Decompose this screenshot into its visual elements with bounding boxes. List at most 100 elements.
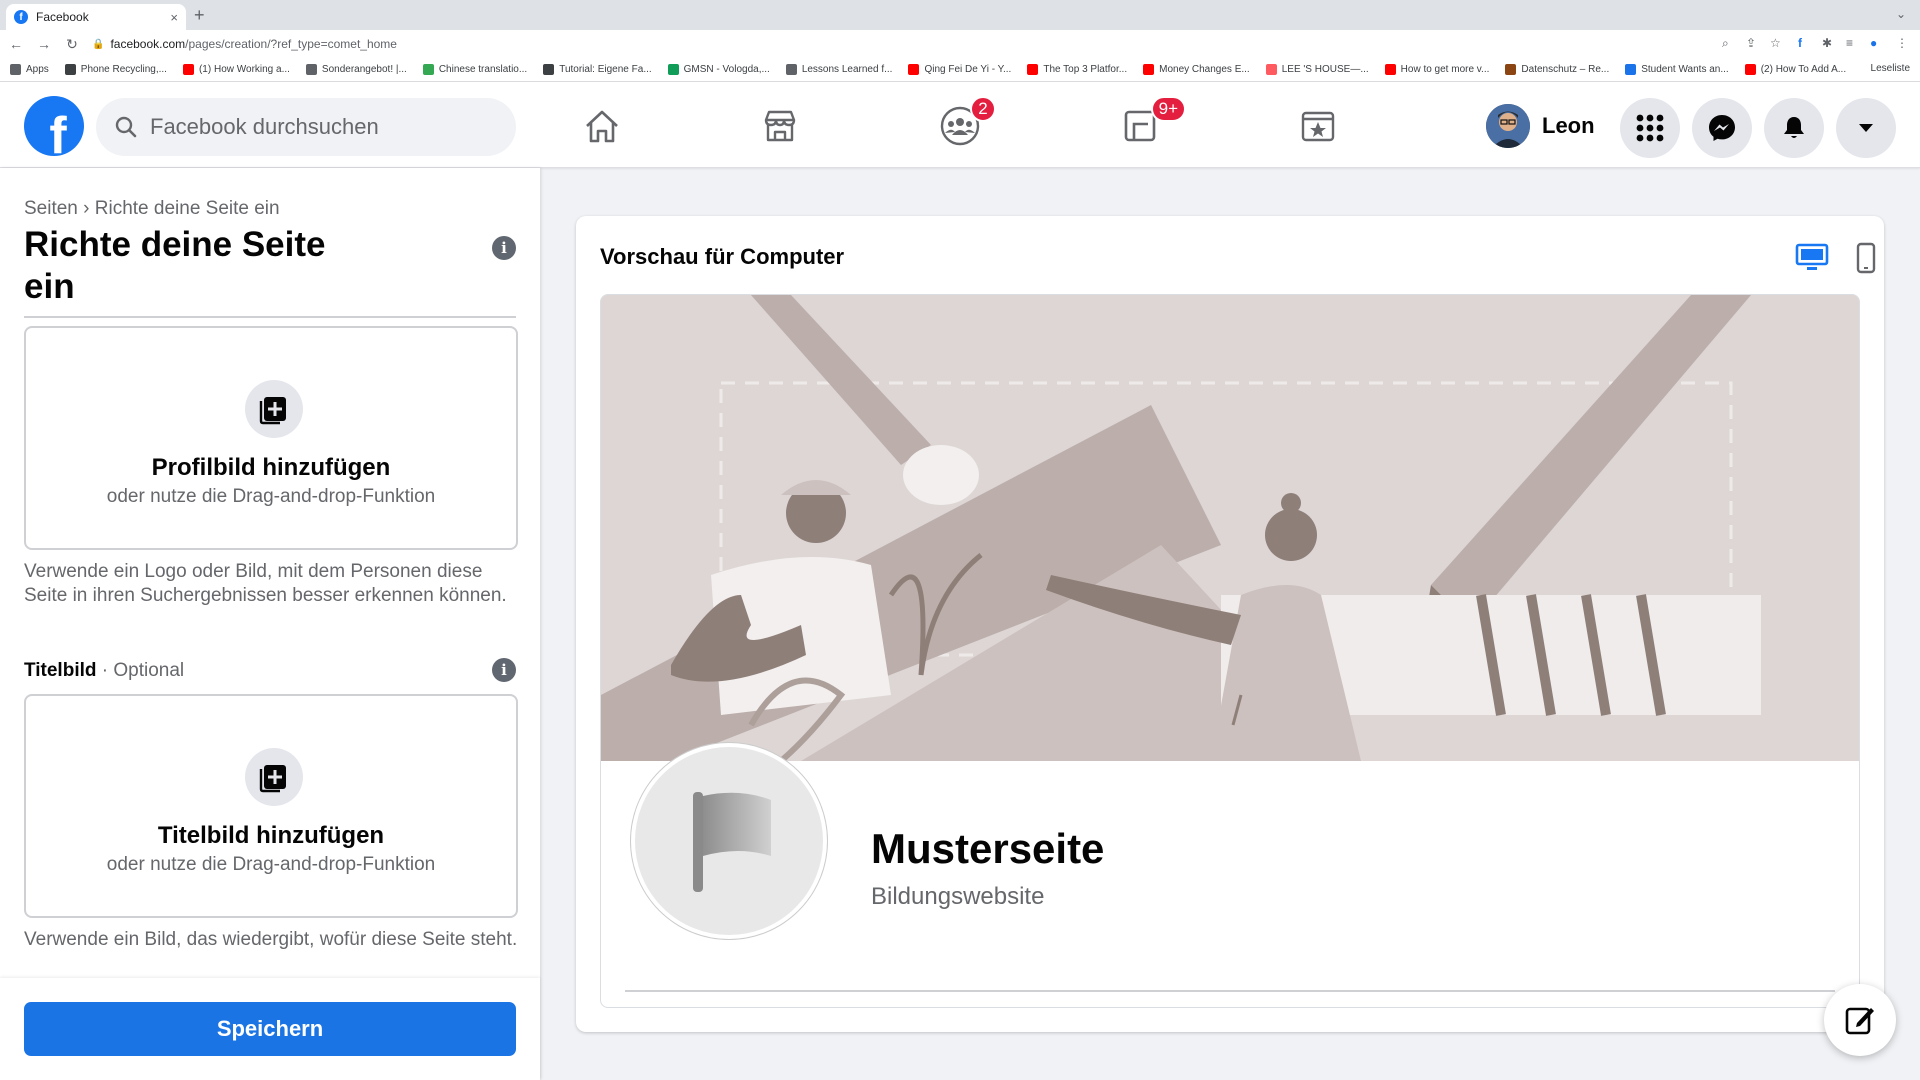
info-icon[interactable]: i	[492, 236, 516, 260]
bookmark-label: Datenschutz – Re...	[1521, 64, 1610, 75]
caret-down-icon	[1859, 124, 1873, 132]
bookmark-favicon-icon	[1384, 64, 1396, 75]
bookmark-item[interactable]: LEE 'S HOUSE—...	[1265, 64, 1369, 75]
facebook-top-nav: f 2 9+ Leon	[0, 82, 1920, 168]
profile-name: Leon	[1542, 113, 1595, 138]
bookmark-label: The Top 3 Platfor...	[1043, 64, 1128, 75]
bookmark-favicon-icon	[667, 64, 679, 75]
pages-star-icon[interactable]	[1296, 104, 1340, 148]
mobile-phone-icon	[1856, 242, 1876, 274]
bookmarks-bar: Apps Phone Recycling,... (1) How Working a…	[0, 58, 1920, 82]
tab-close-icon[interactable]: ×	[170, 10, 178, 25]
search-input[interactable]	[150, 114, 480, 140]
bookmark-item[interactable]: GMSN - Vologda,...	[667, 64, 770, 75]
bookmark-star-icon[interactable]: ☆	[1770, 36, 1781, 50]
edit-pencil-icon	[1845, 1007, 1874, 1035]
bookmark-favicon-icon	[543, 64, 555, 75]
cover-info-icon[interactable]: i	[492, 658, 516, 682]
bookmark-item[interactable]: Tutorial: Eigene Fa...	[543, 64, 652, 75]
bookmark-item[interactable]: The Top 3 Platfor...	[1027, 64, 1127, 75]
bookmark-item[interactable]: Datenschutz – Re...	[1505, 64, 1609, 75]
account-menu-button[interactable]	[1836, 98, 1896, 158]
bookmark-label: LEE 'S HOUSE—...	[1281, 64, 1369, 75]
bookmark-favicon-icon	[908, 64, 920, 75]
reload-icon[interactable]: ↻	[60, 36, 84, 53]
bookmark-item[interactable]: Qing Fei De Yi - Y...	[908, 64, 1011, 75]
notifications-button[interactable]	[1764, 98, 1824, 158]
extensions-puzzle-icon[interactable]: ✱	[1822, 36, 1832, 50]
bookmark-item[interactable]: Student Wants an...	[1625, 64, 1729, 75]
reading-list-button[interactable]: Leseliste	[1871, 63, 1910, 74]
address-toolbar: ← → ↻ 🔒 facebook.com /pages/creation/?re…	[0, 30, 1920, 58]
new-tab-icon[interactable]: +	[194, 5, 205, 26]
facebook-search[interactable]	[96, 98, 516, 156]
profile-picture-dropzone[interactable]: Profilbild hinzufügen oder nutze die Dra…	[24, 326, 518, 550]
menu-grid-button[interactable]	[1620, 98, 1680, 158]
facebook-logo-icon[interactable]: f	[24, 96, 84, 156]
cover-label: Titelbild	[24, 660, 97, 681]
facebook-extension-icon[interactable]: f	[1798, 36, 1802, 50]
search-icon	[115, 116, 137, 138]
zoom-icon[interactable]: ⌕	[1722, 36, 1729, 51]
mobile-preview-toggle[interactable]	[1846, 238, 1886, 278]
desktop-preview-toggle[interactable]	[1792, 238, 1832, 278]
cover-help-text: Verwende ein Bild, das wiedergibt, wofür…	[24, 929, 518, 950]
preview-divider	[625, 990, 1835, 992]
browser-menu-icon[interactable]: ⋮	[1896, 36, 1908, 50]
bookmark-item[interactable]: (1) How Working a...	[182, 64, 290, 75]
profile-shortcut[interactable]: Leon	[1486, 104, 1595, 148]
messenger-icon	[1709, 115, 1735, 141]
bookmark-label: Qing Fei De Yi - Y...	[924, 64, 1012, 75]
bookmark-label: Money Changes E...	[1159, 64, 1250, 75]
bookmark-item[interactable]: Chinese translatio...	[422, 64, 528, 75]
bookmark-label: Chinese translatio...	[438, 64, 528, 75]
breadcrumb: Seiten › Richte deine Seite ein	[24, 198, 280, 219]
facebook-favicon-icon: f	[14, 10, 28, 24]
profile-dropzone-subtitle: oder nutze die Drag-and-drop-Funktion	[106, 486, 436, 507]
groups-icon[interactable]: 2	[938, 96, 996, 148]
save-button[interactable]: Speichern	[24, 1002, 516, 1056]
messenger-button[interactable]	[1692, 98, 1752, 158]
bookmark-favicon-icon	[305, 64, 317, 75]
gaming-icon[interactable]: 9+	[1118, 96, 1186, 148]
bookmark-label: (1) How Working a...	[198, 64, 290, 75]
bookmark-item[interactable]: Apps	[10, 64, 49, 75]
bookmark-item[interactable]: (2) How To Add A...	[1744, 64, 1847, 75]
bookmark-item[interactable]: Money Changes E...	[1143, 64, 1250, 75]
back-icon[interactable]: ←	[4, 36, 28, 52]
bookmark-label: How to get more v...	[1400, 64, 1490, 75]
cover-photo-dropzone[interactable]: Titelbild hinzufügen oder nutze die Drag…	[24, 694, 518, 918]
cover-illustration	[601, 295, 1859, 764]
bookmark-item[interactable]: How to get more v...	[1384, 64, 1490, 75]
tab-search-chevron-icon[interactable]: ⌄	[1896, 7, 1906, 21]
grid-icon	[1636, 114, 1664, 142]
gaming-notification-badge: 9+	[1150, 96, 1186, 122]
cover-section-label: Titelbild · Optional	[24, 660, 184, 682]
address-bar[interactable]: 🔒 facebook.com /pages/creation/?ref_type…	[86, 33, 1666, 55]
bookmark-label: Lessons Learned f...	[801, 64, 893, 75]
forward-icon[interactable]: →	[32, 36, 56, 52]
bookmark-item[interactable]: Phone Recycling,...	[64, 64, 167, 75]
browser-tab-facebook[interactable]: f Facebook ×	[6, 4, 186, 30]
share-icon[interactable]: ⇪	[1746, 36, 1756, 50]
url-host: facebook.com	[110, 37, 186, 51]
profile-picture-placeholder	[631, 743, 827, 939]
bell-icon	[1784, 117, 1804, 138]
bookmark-favicon-icon	[1625, 64, 1637, 75]
add-cover-photo-icon	[245, 748, 303, 806]
bookmark-label: (2) How To Add A...	[1760, 64, 1847, 75]
bookmark-favicon-icon	[182, 64, 194, 75]
home-icon[interactable]	[580, 104, 624, 148]
profile-avatar-icon[interactable]: ●	[1870, 36, 1877, 50]
bookmark-item[interactable]: Sonderangebot! |...	[305, 64, 407, 75]
bookmark-label: GMSN - Vologda,...	[683, 64, 770, 75]
marketplace-icon[interactable]	[758, 104, 802, 148]
media-control-icon[interactable]: ≡	[1846, 36, 1853, 50]
avatar	[1486, 104, 1530, 148]
bookmark-item[interactable]: Lessons Learned f...	[785, 64, 893, 75]
bookmark-favicon-icon	[1265, 64, 1277, 75]
bookmark-label: Sonderangebot! |...	[321, 64, 407, 75]
profile-help-text: Verwende ein Logo oder Bild, mit dem Per…	[24, 561, 507, 606]
title-divider	[24, 316, 516, 318]
compose-edit-button[interactable]	[1824, 984, 1896, 1056]
